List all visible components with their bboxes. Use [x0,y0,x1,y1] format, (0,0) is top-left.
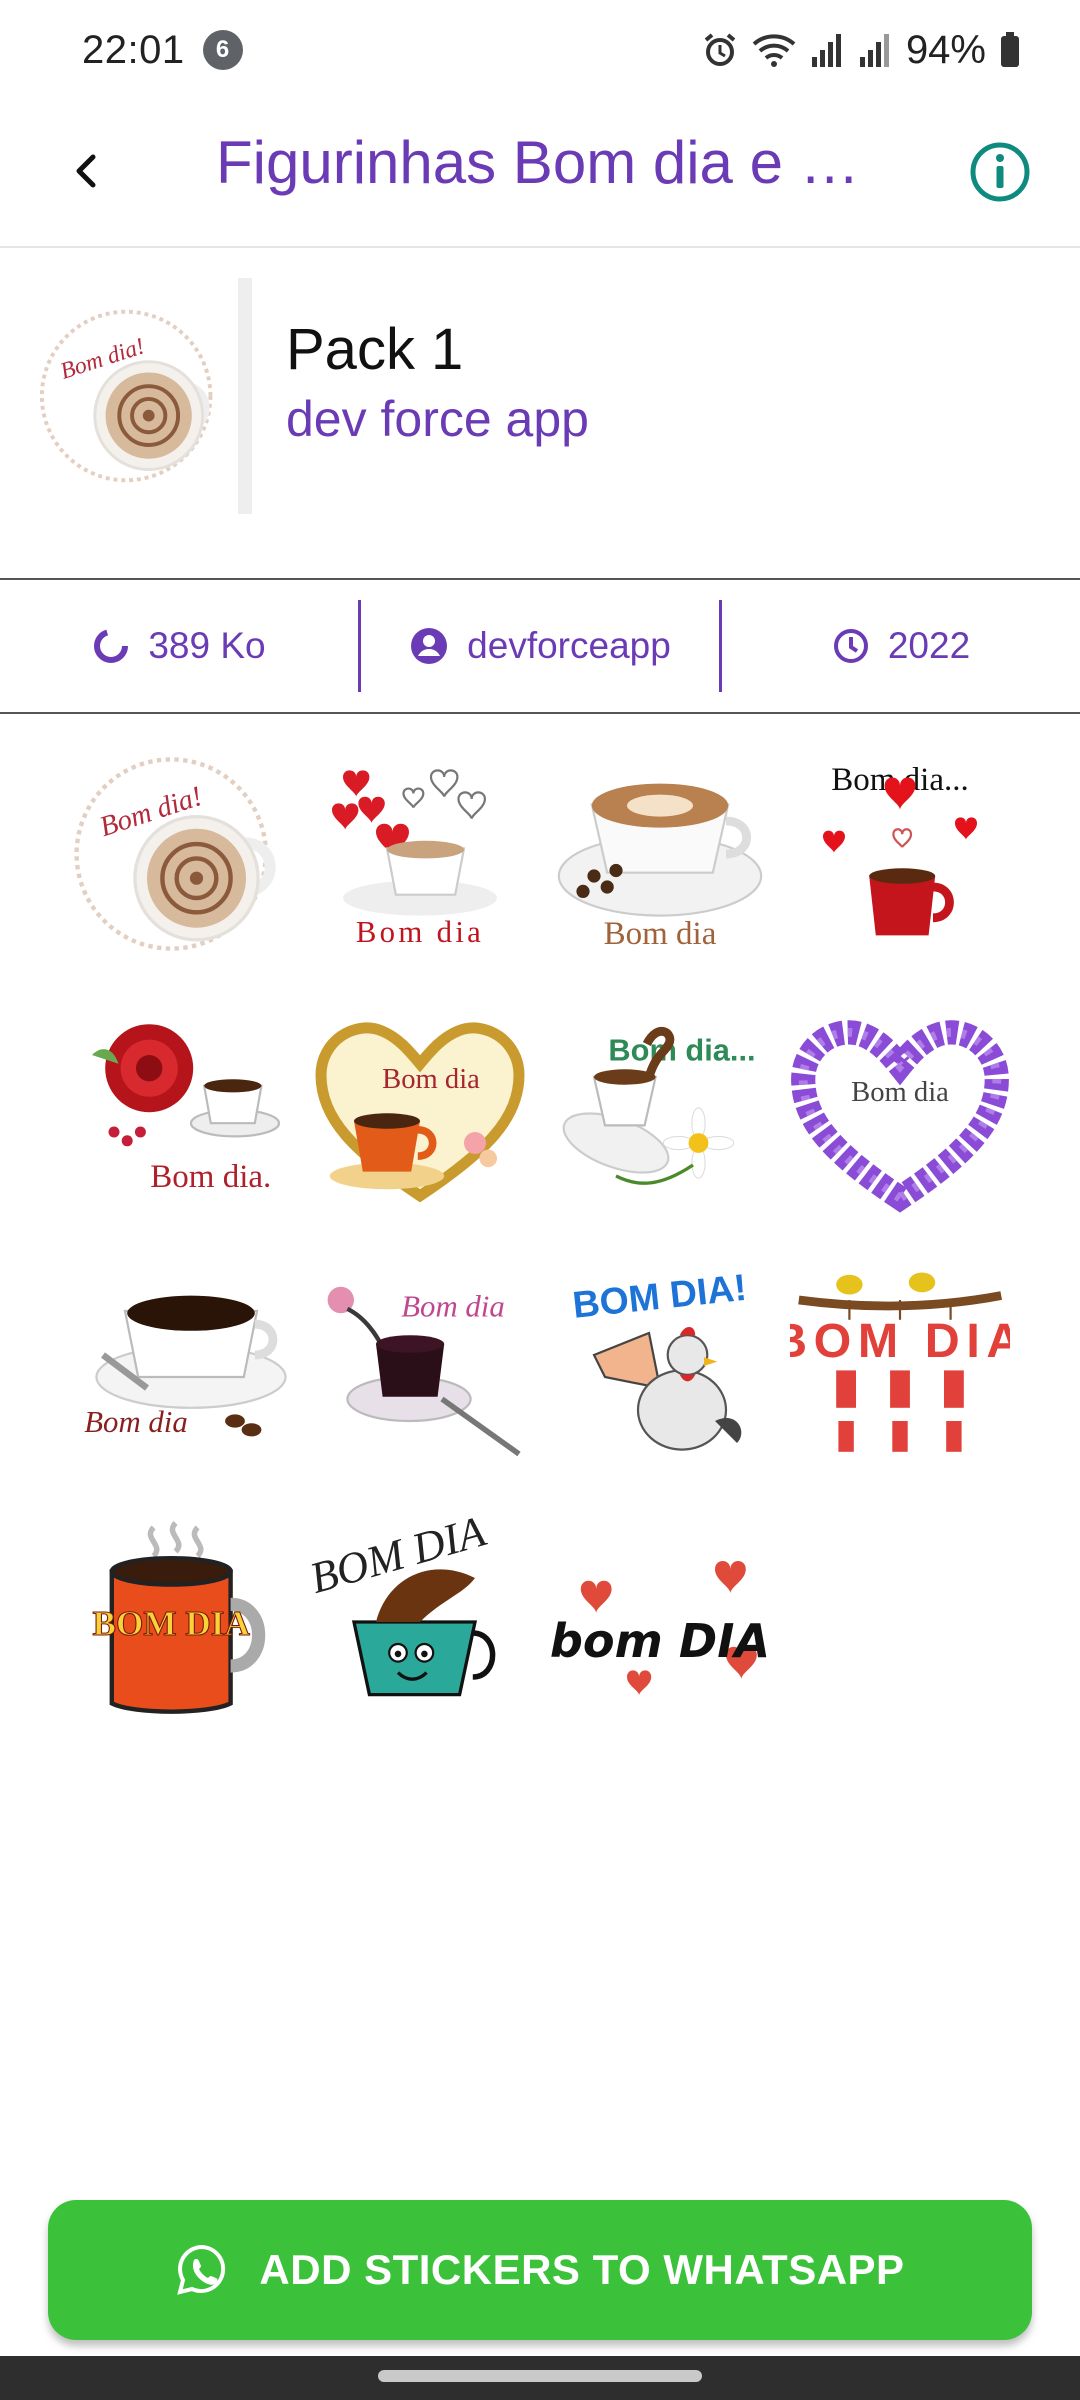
orange-mug-icon: BOM DIA [92,1521,266,1714]
sticker-text: Bom dia [401,1290,505,1324]
alarm-icon [702,32,738,68]
sticker-text: Bom dia... [608,1033,755,1068]
clock-icon [833,629,868,663]
pack-year-label: 2022 [887,625,971,666]
sticker-item[interactable]: bom DIA [544,1506,776,1738]
sticker-text: Bom dia [84,1405,188,1439]
rooster-icon: BOM DIA! [571,1266,749,1451]
info-button[interactable] [960,132,1040,212]
app-bar: Figurinhas Bom dia e Bo... [0,100,1080,248]
pack-tray-image: Bom dia! [36,278,252,514]
black-coffee-icon: Bom dia [84,1295,287,1439]
pack-size: 389 Ko [0,600,358,692]
pack-info-row: 389 Ko devforceapp 2022 [0,578,1080,714]
back-arrow-icon [76,154,96,188]
add-to-whatsapp-label: ADD STICKERS TO WHATSAPP [259,2246,905,2293]
signal-icon [858,33,892,67]
battery-percent: 94% [905,27,986,72]
status-icons: 94% [702,28,1020,73]
pack-size-label: 389 Ko [148,625,266,666]
pack-publisher[interactable]: dev force app [286,390,589,448]
sticker-item[interactable]: Bom dia [64,1250,296,1482]
sticker-item[interactable]: BOM DIA [784,1250,1016,1482]
status-time: 22:01 [82,27,185,72]
pack-year: 2022 [719,600,1080,692]
account-icon [411,628,448,664]
notification-badge: 6 [202,30,243,70]
violet-heart-icon: Bom dia [791,1020,1009,1213]
sticker-text: BOM DIA [790,1314,1010,1368]
birds-branch-icon: BOM DIA [790,1272,1010,1452]
pack-author-label: devforceapp [467,625,671,666]
rose-coffee-spoon-icon: Bom dia [327,1286,521,1457]
sticker-item[interactable]: Bom dia [304,1250,536,1482]
hearts-coffee-icon: Bom dia [332,769,497,949]
sticker-item[interactable]: BOM DIA [304,1506,536,1738]
sticker-text: Bom dia [382,1064,480,1095]
status-bar: 22:01 6 94% [0,0,1080,100]
whatsapp-icon [177,2244,226,2295]
heart-coffee-icon: Bom dia [315,1022,525,1203]
sticker-item[interactable]: Bom dia... [784,738,1016,970]
back-button[interactable] [52,136,122,206]
rose-coffee-icon: Bom dia. [92,1024,281,1195]
system-nav-bar [0,2356,1080,2400]
sticker-grid: Bom dia! Bom dia Bom dia Bom dia... Bom … [64,738,1034,1738]
wifi-icon [752,32,796,68]
home-handle[interactable] [378,2370,702,2382]
red-mug-hearts-icon: Bom dia... [823,762,977,936]
battery-icon [1000,32,1020,68]
sticker-item[interactable]: Bom dia! [64,738,296,970]
add-to-whatsapp-button[interactable]: ADD STICKERS TO WHATSAPP [48,2200,1032,2340]
sticker-item[interactable]: Bom dia... [544,994,776,1226]
coffee-cup-icon: Bom dia! [74,757,276,951]
sticker-text: bom DIA [550,1614,770,1668]
sticker-text: BOM DIA! [571,1266,749,1326]
sticker-item[interactable]: Bom dia [304,994,536,1226]
size-icon [94,629,129,663]
sticker-item[interactable]: Bom dia [304,738,536,970]
pack-author: devforceapp [358,600,719,692]
sticker-item[interactable]: BOM DIA! [544,1250,776,1482]
sticker-item[interactable]: Bom dia. [64,994,296,1226]
sticker-text: Bom dia [851,1077,949,1108]
info-icon [970,142,1030,202]
signal-icon [810,33,844,67]
coffee-cup-icon: Bom dia! [39,309,213,483]
page-title: Figurinhas Bom dia e Bo... [216,129,896,196]
sticker-text: BOM DIA [93,1604,251,1643]
sticker-item[interactable]: BOM DIA [64,1506,296,1738]
cappuccino-icon: Bom dia [557,783,763,952]
sticker-text: Bom dia [356,915,484,949]
sticker-text: Bom dia. [150,1159,271,1195]
hearts-text-icon: bom DIA [550,1560,770,1696]
sticker-item[interactable]: Bom dia [544,738,776,970]
smiling-cup-icon: BOM DIA [310,1512,496,1697]
pack-header: Bom dia! Pack 1 dev force app [0,250,1080,580]
sticker-text: Bom dia [604,916,717,952]
sticker-item[interactable]: Bom dia [784,994,1016,1226]
splash-cup-daisy-icon: Bom dia... [562,1027,756,1185]
pack-name: Pack 1 [286,317,464,382]
